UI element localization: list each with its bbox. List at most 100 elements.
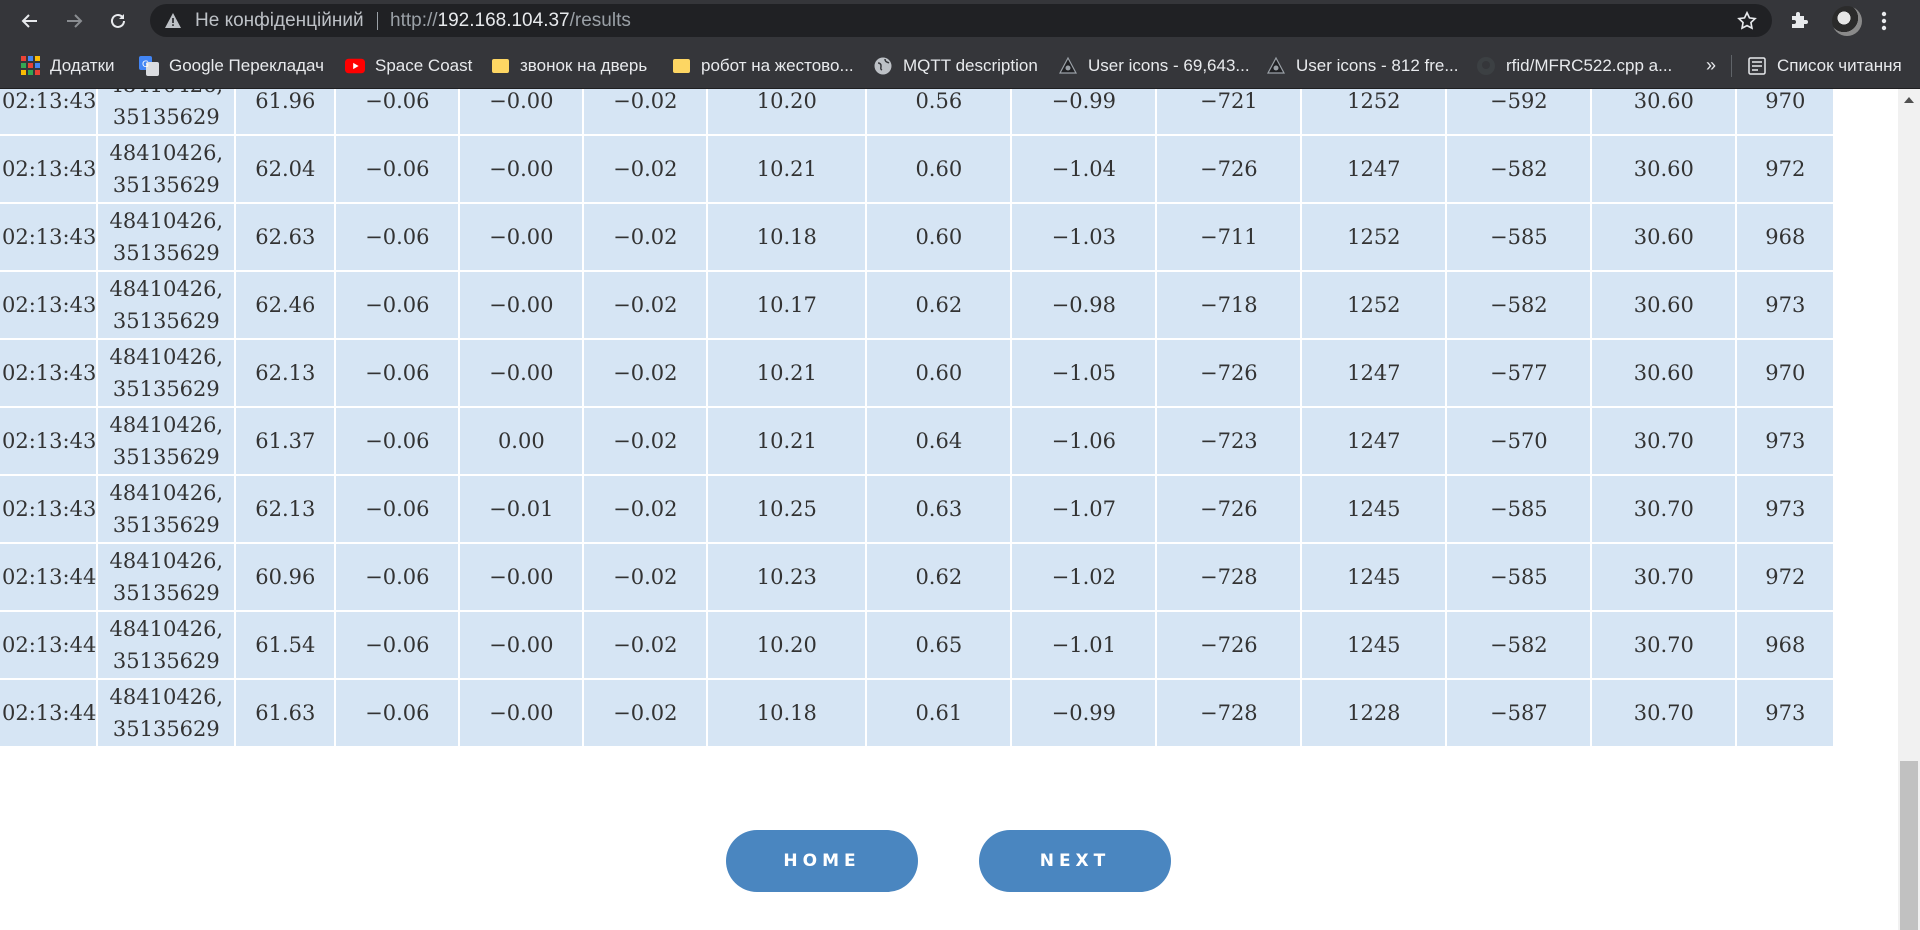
cell-value: 61.96 (235, 89, 337, 136)
cell-id: 48410426, 35135629 (97, 543, 237, 612)
cell-id-line2: 35135629 (112, 649, 220, 673)
cell-value: 0.60 (866, 135, 1013, 204)
bookmark-star-icon[interactable] (1736, 10, 1758, 37)
reload-icon[interactable] (104, 7, 132, 35)
cell-value: 10.18 (707, 203, 868, 272)
cell-id-line1: 48410426, (109, 141, 224, 165)
cell-value: 968 (1736, 611, 1836, 680)
table-row: 02:13:43 48410426, 35135629 62.63 −0.06 −0.00… (0, 203, 1836, 272)
cell-value: −0.98 (1011, 271, 1158, 340)
cell-time: 02:13:43 (0, 203, 99, 272)
cell-value: −721 (1156, 89, 1303, 136)
omnibox-separator (377, 12, 378, 30)
cell-id-line1: 48410426, (109, 549, 224, 573)
next-button[interactable]: NEXT (979, 830, 1171, 892)
bookmark-robot[interactable]: робот на жестово... (671, 43, 854, 88)
apps-grid-icon (20, 56, 40, 76)
profile-avatar[interactable] (1832, 6, 1862, 36)
bookmark-apps[interactable]: Додатки (20, 43, 115, 88)
bookmark-label: робот на жестово... (701, 55, 854, 75)
table-row: 02:13:4348410426, 35135629 61.96−0.06−0.00… (0, 89, 1836, 136)
insecure-label[interactable]: Не конфіденційний (195, 4, 364, 37)
home-button[interactable]: HOME (726, 830, 918, 892)
cell-value: −585 (1446, 543, 1593, 612)
menu-kebab-icon[interactable] (1880, 9, 1888, 38)
results-table: 02:13:4348410426,3513562961.96−0.06−0.00… (0, 89, 1836, 748)
cell-value: 30.60 (1591, 89, 1738, 136)
cell-value: −0.06 (335, 611, 461, 680)
cell-value: −726 (1156, 475, 1303, 544)
cell-value: −1.07 (1011, 475, 1158, 544)
cell-id: 48410426, 35135629 (97, 339, 237, 408)
cell-value: 1245 (1301, 543, 1448, 612)
cell-value: 0.61 (866, 679, 1013, 748)
cell-value: −582 (1446, 611, 1593, 680)
cell-value: 10.18 (707, 679, 868, 748)
cell-value: 973 (1736, 271, 1836, 340)
page-content: 02:13:4348410426,3513562961.96−0.06−0.00… (0, 89, 1898, 930)
forward-arrow-icon[interactable] (60, 7, 88, 35)
back-arrow-icon[interactable] (16, 7, 44, 35)
cell-value: −1.03 (1011, 203, 1158, 272)
cell-value: −0.99 (1011, 89, 1158, 136)
cell-id-line2: 35135629 (112, 105, 220, 129)
cell-value: 62.63 (235, 203, 337, 272)
cell-id-line2: 35135629 (112, 377, 220, 401)
cell-value: −1.04 (1011, 135, 1158, 204)
cell-value: 10.21 (707, 407, 868, 476)
scroll-up-arrow-icon[interactable] (1904, 97, 1914, 103)
vertical-scrollbar[interactable] (1898, 89, 1920, 930)
reading-list[interactable]: Список читання (1747, 43, 1902, 88)
cell-value: −0.06 (335, 89, 461, 136)
github-icon (1476, 56, 1496, 76)
cell-value: −0.02 (583, 543, 709, 612)
bookmark-doorbell[interactable]: звонок на дверь (490, 43, 647, 88)
cell-value: −1.02 (1011, 543, 1158, 612)
cell-value: −582 (1446, 135, 1593, 204)
cell-value: −585 (1446, 475, 1593, 544)
warning-triangle-icon[interactable] (164, 12, 182, 34)
table-row: 02:13:44 48410426, 35135629 60.96 −0.06 −0.00… (0, 543, 1836, 612)
cell-value: 0.00 (459, 407, 585, 476)
cell-value: 0.63 (866, 475, 1013, 544)
cell-value: −0.00 (459, 203, 585, 272)
cell-value: 60.96 (235, 543, 337, 612)
url-text[interactable]: http://192.168.104.37/results (390, 4, 631, 37)
cell-id-line2: 35135629 (112, 445, 220, 469)
cell-value: 62.46 (235, 271, 337, 340)
cell-id-line2: 35135629 (112, 581, 220, 605)
bookmark-rfid[interactable]: rfid/MFRC522.cpp a... (1476, 43, 1672, 88)
reading-list-label: Список читання (1777, 55, 1902, 75)
cell-value: −585 (1446, 203, 1593, 272)
bookmarks-bar: Додатки G Google Перекладач Space Coast … (0, 43, 1920, 89)
more-bookmarks-chevron[interactable]: » (1706, 43, 1716, 88)
cell-id-line1: 48410426, (109, 617, 224, 641)
cell-value: 61.63 (235, 679, 337, 748)
scroll-thumb[interactable] (1900, 761, 1918, 930)
cell-value: 0.64 (866, 407, 1013, 476)
cell-id: 48410426, 35135629 (97, 271, 237, 340)
cell-id-line1: 48410426, (109, 277, 224, 301)
bookmark-google-translate[interactable]: G Google Перекладач (139, 43, 324, 88)
bookmark-user-icons-1[interactable]: User icons - 69,643... (1058, 43, 1250, 88)
browser-toolbar: Не конфіденційний http://192.168.104.37/… (0, 0, 1920, 43)
cell-id: 48410426, 35135629 (97, 475, 237, 544)
cell-value: −0.06 (335, 203, 461, 272)
cell-value: 10.20 (707, 89, 868, 136)
address-bar[interactable]: Не конфіденційний http://192.168.104.37/… (150, 4, 1772, 37)
cell-value: −0.02 (583, 679, 709, 748)
cell-value: 10.23 (707, 543, 868, 612)
bookmark-label: rfid/MFRC522.cpp a... (1506, 55, 1673, 75)
bookmark-user-icons-2[interactable]: User icons - 812 fre... (1266, 43, 1459, 88)
table-row: 02:13:43 48410426, 35135629 62.04 −0.06 −0.00… (0, 135, 1836, 204)
cell-id-line1: 48410426, (109, 345, 224, 369)
cell-id: 48410426, 35135629 (97, 407, 237, 476)
table-row: 02:13:43 48410426, 35135629 62.13 −0.06 −0.00… (0, 339, 1836, 408)
cell-value: −726 (1156, 611, 1303, 680)
cell-value: −0.06 (335, 407, 461, 476)
cell-value: 30.70 (1591, 679, 1738, 748)
bookmark-mqtt[interactable]: MQTT description (873, 43, 1038, 88)
cell-id-line2: 35135629 (112, 513, 220, 537)
extensions-puzzle-icon[interactable] (1787, 8, 1811, 37)
bookmark-space-coast[interactable]: Space Coast (345, 43, 472, 88)
